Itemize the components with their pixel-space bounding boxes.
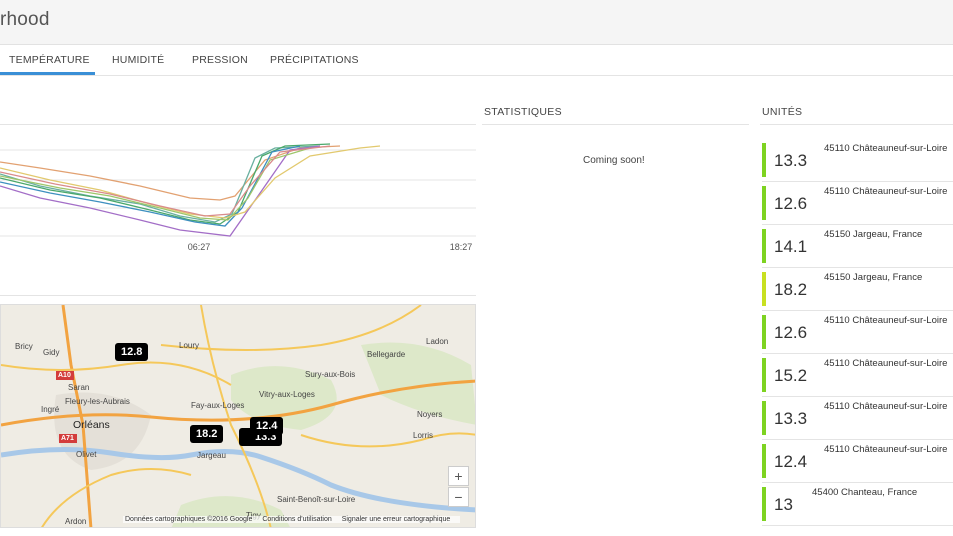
unit-location: 45110 Châteauneuf-sur-Loire [824,401,948,412]
unit-location: 45150 Jargeau, France [824,229,923,240]
unit-item[interactable]: 14.1 45150 Jargeau, France [762,229,953,263]
map-marker[interactable]: 12.4 [250,417,284,435]
units-title: UNITÉS [762,106,803,118]
unit-location: 45110 Châteauneuf-sur-Loire [824,186,948,197]
tab-precipitation[interactable]: PRÉCIPITATIONS [270,54,359,66]
unit-item[interactable]: 12.6 45110 Châteauneuf-sur-Loire [762,315,953,349]
report-error-link[interactable]: Signaler une erreur cartographique [342,516,451,523]
unit-item[interactable]: 12.4 45110 Châteauneuf-sur-Loire [762,444,953,478]
tab-pressure[interactable]: PRESSION [192,54,248,66]
unit-divider [762,310,953,311]
map-marker[interactable]: 12.8 [115,343,149,361]
tab-humidity[interactable]: HUMIDITÉ [112,54,164,66]
unit-location: 45110 Châteauneuf-sur-Loire [824,358,948,369]
unit-status-bar [762,186,766,220]
x-tick-label: 06:27 [188,242,211,252]
unit-location: 45400 Chanteau, France [812,487,918,498]
city-label: Fleury-les-Aubrais [65,397,130,406]
unit-value: 12.6 [774,323,808,342]
unit-location: 45110 Châteauneuf-sur-Loire [824,143,948,154]
map-marker[interactable]: 18.2 [190,425,224,443]
map-view[interactable]: A10 A71 Bricy Gidy Loury Bellegarde Lado… [0,304,476,528]
city-label: Ingré [41,405,60,414]
unit-divider [762,224,953,225]
chart-bottom-divider [0,295,476,296]
city-label: Noyers [417,410,443,419]
unit-divider [762,396,953,397]
zoom-in-button[interactable]: + [448,466,469,486]
unit-status-bar [762,272,766,306]
unit-item[interactable]: 13 45400 Chanteau, France [762,487,953,521]
unit-status-bar [762,401,766,435]
map-attribution: Données cartographiques ©2016 Google Con… [123,516,461,523]
unit-value: 13.3 [774,151,808,170]
unit-divider [762,439,953,440]
unit-status-bar [762,229,766,263]
city-label: Jargeau [197,451,226,460]
unit-location: 45110 Châteauneuf-sur-Loire [824,315,948,326]
temperature-line-chart: 06:27 18:27 [0,143,476,252]
city-label: Saran [68,383,90,392]
active-tab-indicator [0,72,95,75]
tab-bar: TEMPÉRATURE HUMIDITÉ PRESSION PRÉCIPITAT… [0,45,953,76]
road-label-a10: A10 [58,372,71,379]
units-header-divider [760,124,953,125]
unit-item[interactable]: 18.2 45150 Jargeau, France [762,272,953,306]
unit-divider [762,525,953,526]
city-label: Lorris [413,431,434,440]
statistics-title: STATISTIQUES [484,106,562,118]
city-label: Ladon [426,337,449,346]
app-header: rhood [0,0,953,45]
unit-value: 13.3 [774,409,808,428]
road-label-a71: A71 [61,435,74,442]
map-copyright: Données cartographiques ©2016 Google [125,516,253,523]
city-label: Bricy [15,342,33,351]
x-tick-label: 18:27 [450,242,473,252]
series-line [0,147,311,221]
unit-value: 12.4 [774,452,808,471]
unit-status-bar [762,358,766,392]
city-label: Bellegarde [367,350,406,359]
unit-divider [762,267,953,268]
unit-value: 12.6 [774,194,808,213]
unit-status-bar [762,315,766,349]
unit-divider [762,181,953,182]
unit-divider [762,353,953,354]
map-background [1,305,475,527]
coming-soon-text: Coming soon! [583,155,645,166]
unit-item[interactable]: 13.3 45110 Châteauneuf-sur-Loire [762,143,953,177]
tab-temperature[interactable]: TEMPÉRATURE [9,54,90,66]
unit-value: 14.1 [774,237,808,256]
unit-status-bar [762,487,766,521]
unit-location: 45110 Châteauneuf-sur-Loire [824,444,948,455]
city-label: Sury-aux-Bois [305,370,356,379]
unit-item[interactable]: 12.6 45110 Châteauneuf-sur-Loire [762,186,953,220]
unit-value: 15.2 [774,366,808,385]
terms-link[interactable]: Conditions d'utilisation [262,516,331,523]
city-label: Saint-Benoît-sur-Loire [277,495,356,504]
statistics-header-divider [482,124,749,125]
city-label: Gidy [43,348,60,357]
city-label: Ardon [65,517,87,526]
unit-item[interactable]: 15.2 45110 Châteauneuf-sur-Loire [762,358,953,392]
series-line [0,145,381,219]
unit-location: 45150 Jargeau, France [824,272,923,283]
unit-item[interactable]: 13.3 45110 Châteauneuf-sur-Loire [762,401,953,435]
city-label: Loury [179,341,200,350]
unit-status-bar [762,444,766,478]
chart-header-divider [0,124,476,125]
unit-status-bar [762,143,766,177]
unit-divider [762,482,953,483]
city-label: Vitry-aux-Loges [259,390,315,399]
unit-value: 18.2 [774,280,808,299]
city-label: Fay-aux-Loges [191,401,245,410]
unit-value: 13 [774,495,793,514]
page-title: rhood [0,9,50,30]
zoom-out-button[interactable]: − [448,487,469,507]
city-label: Orléans [73,419,110,431]
city-label: Olivet [76,450,97,459]
